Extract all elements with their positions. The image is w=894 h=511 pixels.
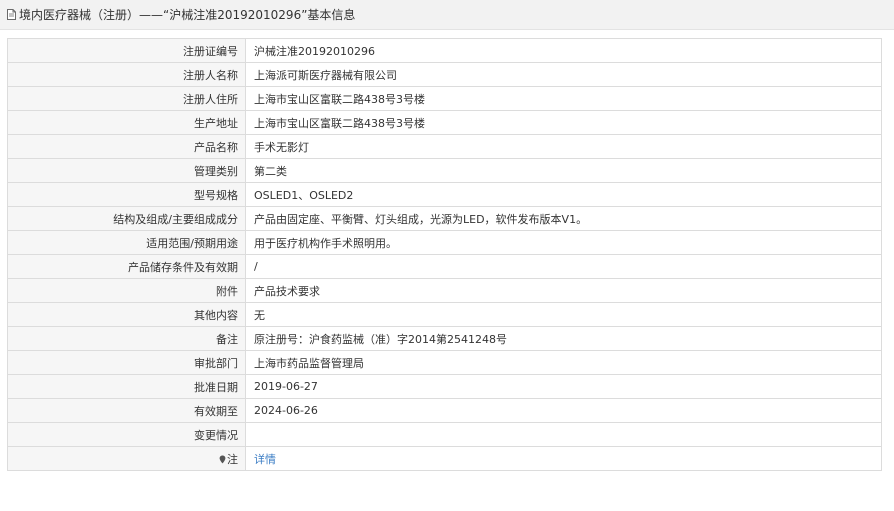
field-value: 原注册号：沪食药监械（准）字2014第2541248号 — [245, 326, 882, 351]
field-label: 附件 — [7, 278, 246, 303]
table-row: 产品储存条件及有效期 / — [7, 254, 882, 279]
table-row: 注册人名称 上海派可斯医疗器械有限公司 — [7, 62, 882, 87]
field-value: 上海派可斯医疗器械有限公司 — [245, 62, 882, 87]
field-value: 产品技术要求 — [245, 278, 882, 303]
field-value: 2019-06-27 — [245, 374, 882, 399]
page-title: 境内医疗器械（注册）——“沪械注准20192010296”基本信息 — [19, 8, 356, 22]
table-row: 结构及组成/主要组成成分 产品由固定座、平衡臂、灯头组成，光源为LED，软件发布版… — [7, 206, 882, 231]
field-label: 变更情况 — [7, 422, 246, 447]
field-label: 有效期至 — [7, 398, 246, 423]
field-value: 手术无影灯 — [245, 134, 882, 159]
note-value-cell: 详情 — [245, 446, 882, 471]
field-label: 生产地址 — [7, 110, 246, 135]
field-label: 备注 — [7, 326, 246, 351]
table-row: 审批部门 上海市药品监督管理局 — [7, 350, 882, 375]
field-value: 上海市药品监督管理局 — [245, 350, 882, 375]
field-value: / — [245, 254, 882, 279]
field-value: 2024-06-26 — [245, 398, 882, 423]
field-value: 沪械注准20192010296 — [245, 38, 882, 63]
field-value — [245, 422, 882, 447]
field-label: 批准日期 — [7, 374, 246, 399]
field-value: 无 — [245, 302, 882, 327]
info-table: 注册证编号 沪械注准20192010296 注册人名称 上海派可斯医疗器械有限公司 注册… — [7, 38, 882, 471]
note-label-cell: 注 — [7, 446, 246, 471]
table-row: 管理类别 第二类 — [7, 158, 882, 183]
table-row: 批准日期 2019-06-27 — [7, 374, 882, 399]
table-row: 变更情况 — [7, 422, 882, 447]
field-value: 第二类 — [245, 158, 882, 183]
field-label: 管理类别 — [7, 158, 246, 183]
table-row: 附件 产品技术要求 — [7, 278, 882, 303]
field-label: 产品名称 — [7, 134, 246, 159]
map-pin-icon — [219, 455, 226, 463]
field-label: 审批部门 — [7, 350, 246, 375]
field-label: 注册证编号 — [7, 38, 246, 63]
field-label: 其他内容 — [7, 302, 246, 327]
field-label: 结构及组成/主要组成成分 — [7, 206, 246, 231]
table-row: 生产地址 上海市宝山区富联二路438号3号楼 — [7, 110, 882, 135]
field-value: OSLED1、OSLED2 — [245, 182, 882, 207]
field-value: 上海市宝山区富联二路438号3号楼 — [245, 86, 882, 111]
document-icon — [7, 9, 16, 20]
note-label: 注 — [227, 452, 238, 466]
field-value: 产品由固定座、平衡臂、灯头组成，光源为LED，软件发布版本V1。 — [245, 206, 882, 231]
field-label: 型号规格 — [7, 182, 246, 207]
table-row: 有效期至 2024-06-26 — [7, 398, 882, 423]
table-row: 产品名称 手术无影灯 — [7, 134, 882, 159]
page-header: 境内医疗器械（注册）——“沪械注准20192010296”基本信息 — [0, 0, 894, 30]
field-label: 适用范围/预期用途 — [7, 230, 246, 255]
table-row: 注册证编号 沪械注准20192010296 — [7, 38, 882, 63]
table-row: 其他内容无 — [7, 302, 882, 327]
field-value: 用于医疗机构作手术照明用。 — [245, 230, 882, 255]
table-row: 适用范围/预期用途 用于医疗机构作手术照明用。 — [7, 230, 882, 255]
note-row: 注 详情 — [7, 446, 882, 471]
table-row: 型号规格 OSLED1、OSLED2 — [7, 182, 882, 207]
field-label: 产品储存条件及有效期 — [7, 254, 246, 279]
details-link[interactable]: 详情 — [254, 453, 276, 466]
table-row: 备注 原注册号：沪食药监械（准）字2014第2541248号 — [7, 326, 882, 351]
field-value: 上海市宝山区富联二路438号3号楼 — [245, 110, 882, 135]
table-row: 注册人住所 上海市宝山区富联二路438号3号楼 — [7, 86, 882, 111]
field-label: 注册人名称 — [7, 62, 246, 87]
field-label: 注册人住所 — [7, 86, 246, 111]
